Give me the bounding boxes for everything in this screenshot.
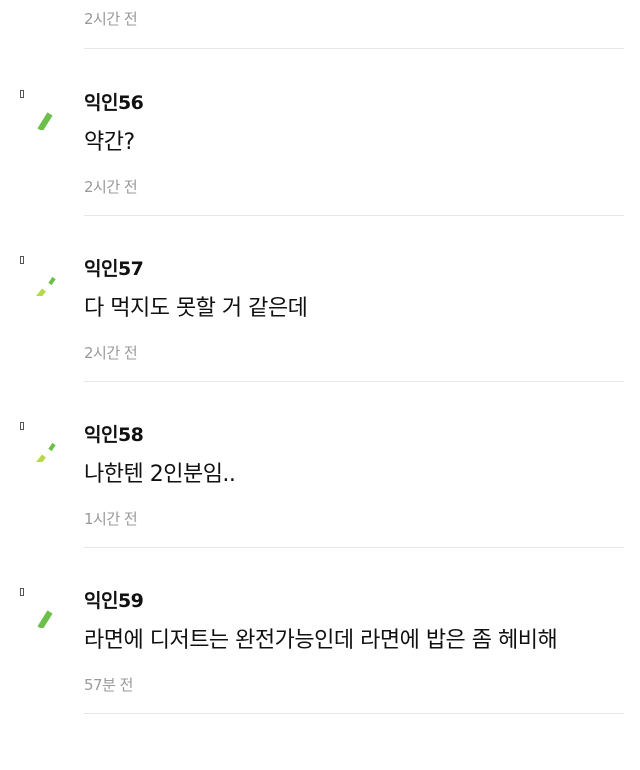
comment-nickname[interactable]: 익인56 [84,88,144,115]
lime-dash-icon [35,442,56,462]
comment-marker [20,90,24,98]
comment-text: 나한텐 2인분임.. [84,462,236,487]
comment-item: 익인57 다 먹지도 못할 거 같은데 2시간 전 [0,250,640,416]
comment-item: 익인58 나한텐 2인분임.. 1시간 전 [0,416,640,582]
comment-time: 2시간 전 [84,178,138,196]
comment-text: 약간? [84,130,135,155]
green-stick-icon [37,112,53,130]
comment-item: 익인56 약간? 2시간 전 [0,84,640,250]
comment-time: 57분 전 [84,676,133,694]
comment-marker [20,422,24,430]
divider [84,381,624,382]
comment-nickname[interactable]: 익인58 [84,420,144,447]
divider [84,547,624,548]
comment-nickname[interactable]: 익인57 [84,254,144,281]
comment-text: 라면에 디저트는 완전가능인데 라면에 밥은 좀 헤비해 [84,628,558,653]
comment-marker [20,256,24,264]
previous-comment-time: 2시간 전 [84,10,138,28]
green-stick-icon [37,610,53,628]
divider [84,713,624,714]
comment-time: 2시간 전 [84,344,138,362]
lime-dash-icon [35,276,56,296]
comment-time: 1시간 전 [84,510,138,528]
comment-nickname[interactable]: 익인59 [84,586,144,613]
comment-text: 다 먹지도 못할 거 같은데 [84,296,308,321]
comment-item: 익인59 라면에 디저트는 완전가능인데 라면에 밥은 좀 헤비해 57분 전 [0,582,640,748]
comment-marker [20,588,24,596]
divider [84,48,624,49]
divider [84,215,624,216]
